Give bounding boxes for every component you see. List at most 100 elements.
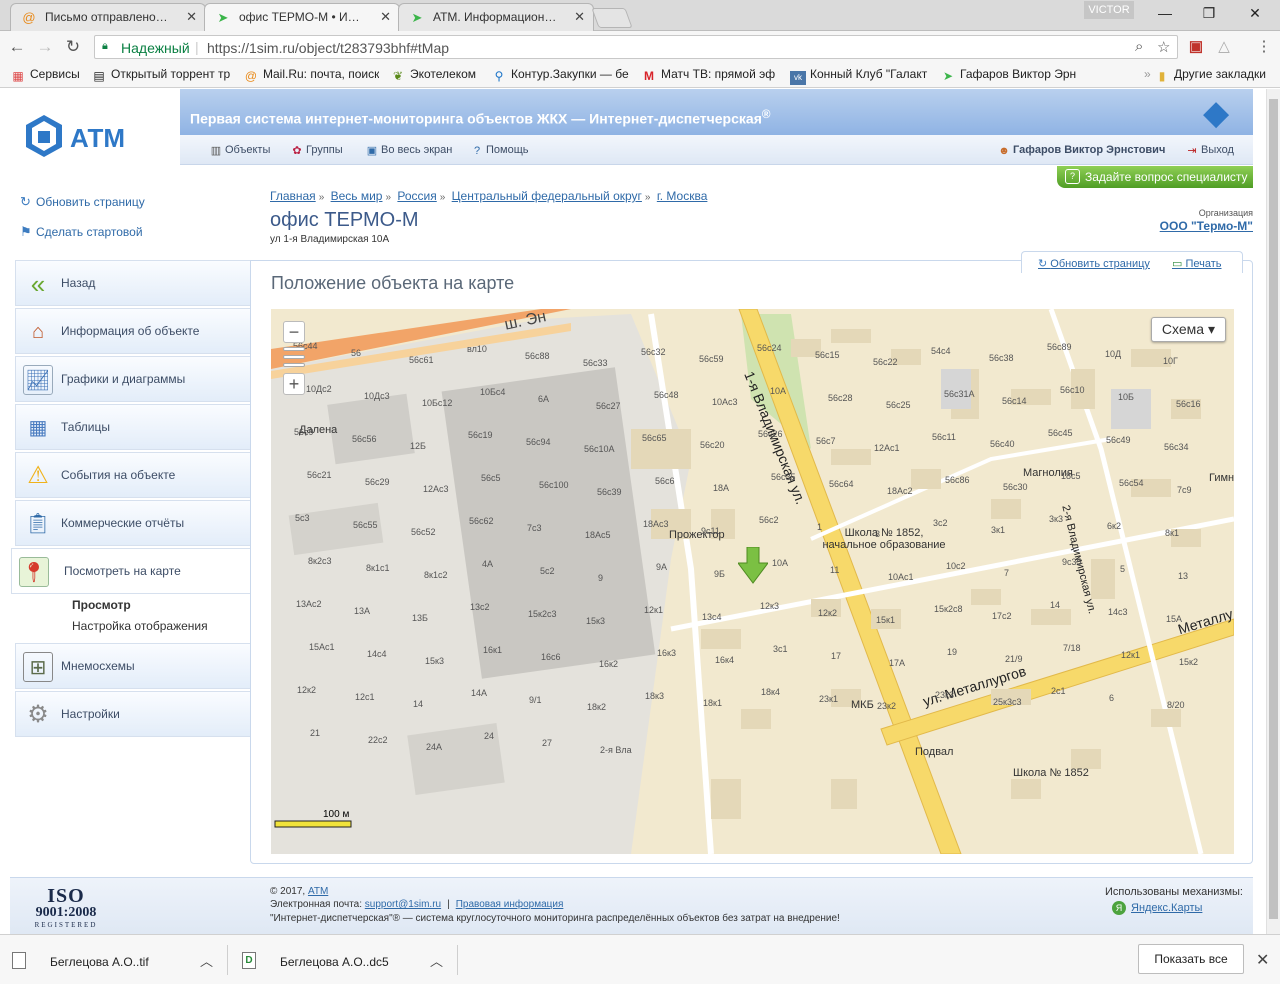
map-building-label: 56с30: [1003, 482, 1028, 492]
menu-groups[interactable]: ✿ Группы: [291, 144, 342, 157]
print-link[interactable]: ▭ Печать: [1172, 257, 1222, 270]
tab-atm-info[interactable]: ➤ АТМ. Информационный ✕: [398, 3, 594, 31]
bookmarks-overflow-icon[interactable]: »: [1144, 67, 1151, 81]
menu-objects[interactable]: ▥ Объекты: [210, 144, 271, 157]
map-building-label: 56с21: [307, 470, 332, 480]
bookmark-horse-club[interactable]: vk Конный Клуб "Галакт: [790, 67, 930, 85]
download-item-tif[interactable]: Беглецова А.О..tif ︿: [2, 945, 228, 975]
footer-atm-link[interactable]: АТМ: [308, 886, 328, 897]
zoom-slider-tick[interactable]: [283, 363, 305, 367]
bookmark-services[interactable]: ▦ Сервисы: [10, 67, 79, 83]
map-building-label: 16к4: [715, 655, 734, 665]
film-icon: ▤: [93, 69, 105, 83]
restore-icon[interactable]: ❐: [1192, 2, 1226, 24]
zoom-out-button[interactable]: −: [283, 321, 305, 343]
map-building-label: 56с54: [1119, 478, 1144, 488]
user-name[interactable]: ☻ Гафаров Виктор Эрнстович: [998, 144, 1165, 157]
sidebar-item-object-info[interactable]: ⌂ Информация об объекте: [15, 308, 250, 354]
user-icon: ☻: [998, 145, 1010, 157]
bookmark-kontur[interactable]: ⚲ Контур.Закупки — бе: [491, 67, 631, 83]
organization-link[interactable]: ООО "Термо-М": [1160, 219, 1253, 233]
menu-fullscreen[interactable]: ▣ Во весь экран: [366, 144, 453, 157]
drive-extension-icon[interactable]: △: [1214, 37, 1234, 57]
map-building-label: 17с2: [992, 611, 1012, 621]
crumb-world[interactable]: Весь мир: [331, 189, 383, 203]
zoom-slider-tick[interactable]: [283, 347, 305, 351]
zoom-slider-tick[interactable]: [283, 355, 305, 359]
sidebar-item-map[interactable]: 📍︎ Посмотреть на карте: [11, 548, 251, 594]
page-scrollbar[interactable]: [1266, 89, 1280, 934]
sidebar-item-back[interactable]: «Назад: [15, 260, 250, 306]
atm-logo[interactable]: АТМ: [22, 109, 162, 165]
map-building-label: 56с2: [759, 515, 779, 525]
map-layer-button[interactable]: Схема ▾: [1150, 317, 1226, 342]
footer-email-link[interactable]: support@1sim.ru: [365, 899, 441, 910]
yandex-map[interactable]: 1-я Владимирская ул. ул. Металлургов 2-я В…: [271, 309, 1234, 854]
close-tab-icon[interactable]: ✕: [186, 4, 197, 30]
bookmark-gafarov[interactable]: ➤ Гафаров Виктор Эрн: [940, 67, 1080, 83]
sidebar-item-events[interactable]: ⚠ События на объекте: [15, 452, 250, 498]
map-building-label: 7с9: [1177, 485, 1192, 495]
forward-icon[interactable]: →: [34, 36, 56, 58]
pdf-extension-icon[interactable]: ▣: [1186, 37, 1206, 57]
map-building-label: 18Ас3: [643, 519, 669, 529]
chevron-up-icon[interactable]: ︿: [200, 951, 213, 970]
zoom-icon[interactable]: ⌕: [1135, 38, 1143, 55]
map-building-label: 14с3: [1108, 607, 1128, 617]
set-start-page-link[interactable]: ⚑ Сделать стартовой: [20, 224, 143, 240]
crumb-home[interactable]: Главная: [270, 189, 316, 203]
crumb-russia[interactable]: Россия: [397, 189, 436, 203]
bookmark-other[interactable]: ▮ Другие закладки: [1154, 67, 1266, 83]
crumb-district[interactable]: Центральный федеральный округ: [452, 189, 642, 203]
house-icon: ⌂: [31, 321, 45, 343]
object-marker-icon[interactable]: [737, 546, 769, 585]
menu-help[interactable]: ? Помощь: [471, 144, 529, 157]
menu-kebab-icon[interactable]: ⋮: [1254, 37, 1274, 57]
sidebar-sub-display-settings[interactable]: Настройка отображения: [72, 619, 208, 633]
zoom-in-button[interactable]: +: [283, 373, 305, 395]
close-window-icon[interactable]: ✕: [1238, 2, 1272, 24]
bookmark-ekotelekom[interactable]: ❦ Экотелеком: [390, 67, 476, 83]
scrollbar-thumb[interactable]: [1269, 99, 1278, 919]
map-building-label: 7/18: [1063, 643, 1081, 653]
bookmark-mailru[interactable]: @ Mail.Ru: почта, поиск: [243, 67, 379, 83]
sidebar-sub-view[interactable]: Просмотр: [72, 598, 131, 612]
sidebar-item-tables[interactable]: ▦ Таблицы: [15, 404, 250, 450]
download-item-dc5[interactable]: D Беглецова А.О..dc5 ︿: [232, 945, 458, 975]
footer-legal-link[interactable]: Правовая информация: [456, 899, 564, 910]
logout-link[interactable]: ⇥ Выход: [1186, 144, 1234, 157]
minimize-icon[interactable]: —: [1148, 2, 1182, 24]
map-building-label: 4А: [482, 559, 494, 569]
sidebar-item-reports[interactable]: 📋︎ Коммерческие отчёты: [15, 500, 250, 546]
clipboard-icon: 📋︎: [25, 513, 51, 535]
tab-termo-m[interactable]: ➤ офис ТЕРМО-М • Интер ✕: [204, 3, 400, 32]
profile-badge[interactable]: VICTOR: [1084, 1, 1134, 19]
close-tab-icon[interactable]: ✕: [380, 4, 391, 30]
sidebar-item-charts[interactable]: 📈︎ Графики и диаграммы: [15, 356, 250, 402]
bookmark-match-tv[interactable]: M Матч ТВ: прямой эф: [641, 67, 778, 83]
ask-specialist-button[interactable]: ? Задайте вопрос специалисту: [1057, 166, 1253, 188]
yandex-maps-link[interactable]: Я Яндекс.Карты: [1112, 901, 1202, 915]
refresh-page-link[interactable]: ↻ Обновить страницу: [20, 194, 145, 210]
map-building-label: 15Ас1: [309, 642, 335, 652]
map-building-label: 10А: [772, 558, 789, 568]
bookmark-star-icon[interactable]: ☆: [1157, 38, 1170, 56]
bookmark-torrent[interactable]: ▤ Открытый торрент тр: [91, 67, 231, 83]
new-tab-button[interactable]: [591, 8, 633, 28]
object-title: офис ТЕРМО-М: [270, 209, 419, 231]
sidebar-item-settings[interactable]: ⚙ Настройки: [15, 691, 250, 737]
show-all-downloads-button[interactable]: Показать все: [1138, 944, 1244, 974]
close-tab-icon[interactable]: ✕: [574, 4, 585, 30]
reload-icon[interactable]: ↻: [62, 36, 84, 58]
map-building-label: 2-я Вла: [600, 745, 632, 755]
url-text[interactable]: https://1sim.ru/object/t283793bhf#tMap: [207, 40, 449, 56]
tab-mail[interactable]: @ Письмо отправлено - П ✕: [10, 3, 206, 31]
omnibox[interactable]: 🔒︎ Надежный | https://1sim.ru/object/t28…: [94, 35, 1178, 59]
back-icon[interactable]: ←: [6, 36, 28, 58]
panel-refresh-link[interactable]: ↻ Обновить страницу: [1038, 257, 1150, 270]
chevron-up-icon[interactable]: ︿: [430, 951, 443, 970]
close-downloads-icon[interactable]: ✕: [1256, 950, 1269, 970]
map-building-label: 6: [1109, 693, 1115, 703]
crumb-moscow[interactable]: г. Москва: [657, 189, 708, 203]
sidebar-item-mnemo[interactable]: ⊞ Мнемосхемы: [15, 643, 250, 689]
